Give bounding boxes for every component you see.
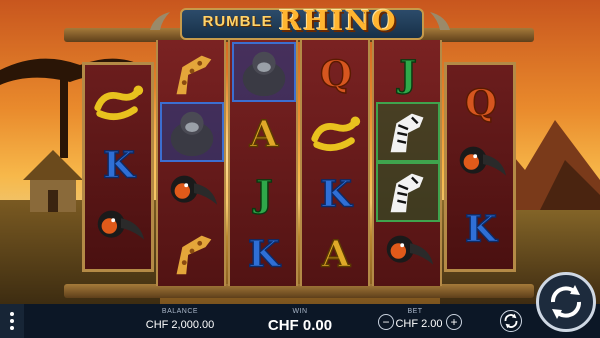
symbol-gorilla-icon [160,102,224,162]
symbol-zebra-icon [376,162,440,222]
svg-text:A: A [249,113,279,156]
reel-6: Q K [444,62,516,272]
menu-button[interactable] [0,304,24,338]
symbol-letter-k-icon: K [451,199,511,255]
menu-dot-icon [10,319,14,323]
symbol-yellow-snake-icon [89,73,149,129]
reel-frame-bottom [64,284,534,298]
spin-arrows-icon [551,285,581,319]
spin-button[interactable] [536,272,596,332]
svg-text:K: K [103,144,137,187]
svg-text:J: J [252,173,272,216]
svg-text:Q: Q [465,82,497,125]
symbol-hornbill-bird-icon [451,135,511,191]
win-label: WIN [292,308,308,315]
symbol-giraffe-icon [162,44,222,100]
symbol-letter-k-icon: K [234,224,294,280]
reel-3: A J K [228,40,298,286]
svg-text:K: K [248,233,282,276]
menu-dot-icon [10,326,14,330]
reel-2 [156,40,226,286]
symbol-letter-q-icon: Q [306,44,366,100]
menu-dot-icon [10,312,14,316]
svg-text:Q: Q [320,53,352,96]
autoplay-button[interactable] [500,310,522,332]
symbol-letter-k-icon: K [306,164,366,220]
balance-value: CHF 2,000.00 [145,319,215,331]
symbol-hornbill-bird-icon [162,164,222,220]
svg-text:A: A [321,233,351,276]
symbol-letter-j-icon: J [378,44,438,100]
symbol-zebra-icon [376,102,440,162]
bet-increase-button[interactable]: + [446,314,462,330]
svg-text:J: J [396,53,416,96]
symbol-gorilla-icon [232,42,296,102]
symbol-yellow-snake-icon [306,104,366,160]
symbol-giraffe-icon [162,224,222,280]
svg-text:K: K [320,173,354,216]
win-value: CHF 0.00 [267,317,333,334]
logo-word-rhino: RHINO [278,5,398,37]
svg-text:K: K [465,208,499,251]
reel-5: J [372,40,442,286]
symbol-letter-q-icon: Q [451,73,511,129]
autoplay-icon [504,313,518,329]
bet-label: BET [407,308,423,315]
bet-value: CHF 2.00 [395,318,443,330]
symbol-hornbill-bird-icon [89,199,149,255]
game-logo: RUMBLE RHINO [150,2,450,40]
symbol-hornbill-bird-icon [378,224,438,280]
symbol-letter-a-icon: A [306,224,366,280]
bet-decrease-button[interactable]: − [378,314,394,330]
rhino-horn-right-icon [430,12,450,30]
reel-1: K [82,62,154,272]
symbol-letter-k-icon: K [89,135,149,191]
rhino-horn-left-icon [150,12,170,30]
reel-4: Q K A [300,40,370,286]
symbol-letter-a-icon: A [234,104,294,160]
hut-icon [23,150,83,212]
balance-label: BALANCE [161,308,199,315]
symbol-letter-j-icon: J [234,164,294,220]
logo-word-rumble: RUMBLE [202,12,273,30]
